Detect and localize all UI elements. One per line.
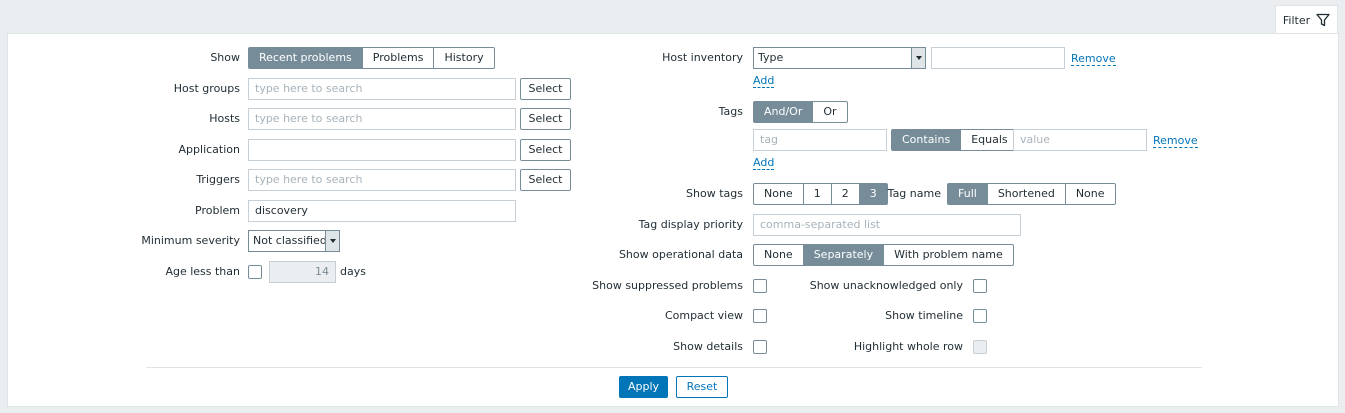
funnel-icon [1316,13,1330,27]
show-problems[interactable]: Problems [361,47,435,69]
show-tags-none[interactable]: None [753,183,804,205]
show-tags-2[interactable]: 2 [830,183,860,205]
tags-operator-segmented: And/Or Or [753,101,848,123]
tag-name-full[interactable]: Full [947,183,988,205]
show-details-checkbox[interactable] [753,340,767,354]
show-tags-label: Show tags [686,187,743,200]
compact-view-label: Compact view [664,309,743,322]
application-input[interactable] [248,139,516,161]
tag-value-input[interactable]: value [1013,129,1147,151]
show-timeline-label: Show timeline [885,309,963,322]
host-inventory-field-value: Type [758,51,784,64]
triggers-input[interactable]: type here to search [248,169,516,191]
min-severity-value: Not classified [253,234,327,247]
hosts-input[interactable]: type here to search [248,108,516,130]
triggers-select-button[interactable]: Select [520,169,571,191]
filter-tab[interactable]: Filter [1275,5,1338,34]
application-label: Application [178,143,240,156]
highlight-row-label: Highlight whole row [853,340,963,353]
dropdown-arrow-icon [325,231,339,251]
age-unit: days [340,265,366,278]
tag-name-segmented: Full Shortened None [947,183,1116,205]
age-days-input: 14 [269,261,336,283]
filter-tab-label: Filter [1282,13,1311,27]
show-unack-checkbox[interactable] [973,279,987,293]
host-groups-select-button[interactable]: Select [520,78,571,100]
tag-name-label: Tag name [887,187,941,200]
hosts-label: Hosts [209,112,240,125]
apply-button[interactable]: Apply [619,376,668,398]
show-history[interactable]: History [433,47,495,69]
application-select-button[interactable]: Select [520,139,571,161]
problem-label: Problem [195,204,240,217]
reset-button[interactable]: Reset [676,376,728,398]
show-suppressed-checkbox[interactable] [753,279,767,293]
divider [146,367,1202,368]
tag-match-contains[interactable]: Contains [891,129,962,151]
triggers-label: Triggers [196,173,240,186]
tag-add-link[interactable]: Add [753,156,775,170]
show-timeline-checkbox[interactable] [973,309,987,323]
host-inventory-add-link[interactable]: Add [753,74,775,88]
age-label: Age less than [165,265,240,278]
filter-panel: Show Recent problems Problems History Ho… [7,33,1339,407]
hosts-select-button[interactable]: Select [520,108,571,130]
min-severity-label: Minimum severity [141,234,240,247]
tags-operator-or[interactable]: Or [812,101,848,123]
host-groups-label: Host groups [173,82,240,95]
host-inventory-remove-link[interactable]: Remove [1071,52,1116,66]
show-segmented: Recent problems Problems History [248,47,495,69]
show-suppressed-label: Show suppressed problems [592,279,743,292]
show-tags-1[interactable]: 1 [802,183,832,205]
tag-name-none[interactable]: None [1064,183,1116,205]
tag-match-equals[interactable]: Equals [960,129,1019,151]
min-severity-dropdown[interactable]: Not classified [248,230,340,252]
dropdown-arrow-icon [911,48,925,68]
operational-data-with-problem-name[interactable]: With problem name [883,244,1014,266]
operational-data-separately[interactable]: Separately [802,244,885,266]
highlight-row-checkbox [973,340,987,354]
operational-data-label: Show operational data [618,248,743,261]
operational-data-segmented: None Separately With problem name [753,244,1014,266]
show-details-label: Show details [673,340,743,353]
host-inventory-field-dropdown[interactable]: Type [753,47,926,69]
show-recent-problems[interactable]: Recent problems [248,47,363,69]
problem-input[interactable]: discovery [248,200,516,222]
tag-name-input[interactable]: tag [753,129,887,151]
tag-name-shortened[interactable]: Shortened [986,183,1066,205]
tag-priority-label: Tag display priority [638,218,743,231]
show-label: Show [210,51,240,64]
compact-view-checkbox[interactable] [753,309,767,323]
host-inventory-value-input[interactable] [931,47,1065,69]
tag-match-segmented: Contains Equals [891,129,1019,151]
operational-data-none[interactable]: None [753,244,804,266]
age-checkbox[interactable] [248,265,262,279]
host-inventory-label: Host inventory [662,51,743,64]
tag-priority-input[interactable]: comma-separated list [753,214,1021,236]
tag-remove-link[interactable]: Remove [1153,134,1198,148]
tags-label: Tags [718,105,743,118]
tags-operator-and-or[interactable]: And/Or [753,101,814,123]
show-unack-label: Show unacknowledged only [809,279,963,292]
host-groups-input[interactable]: type here to search [248,78,516,100]
